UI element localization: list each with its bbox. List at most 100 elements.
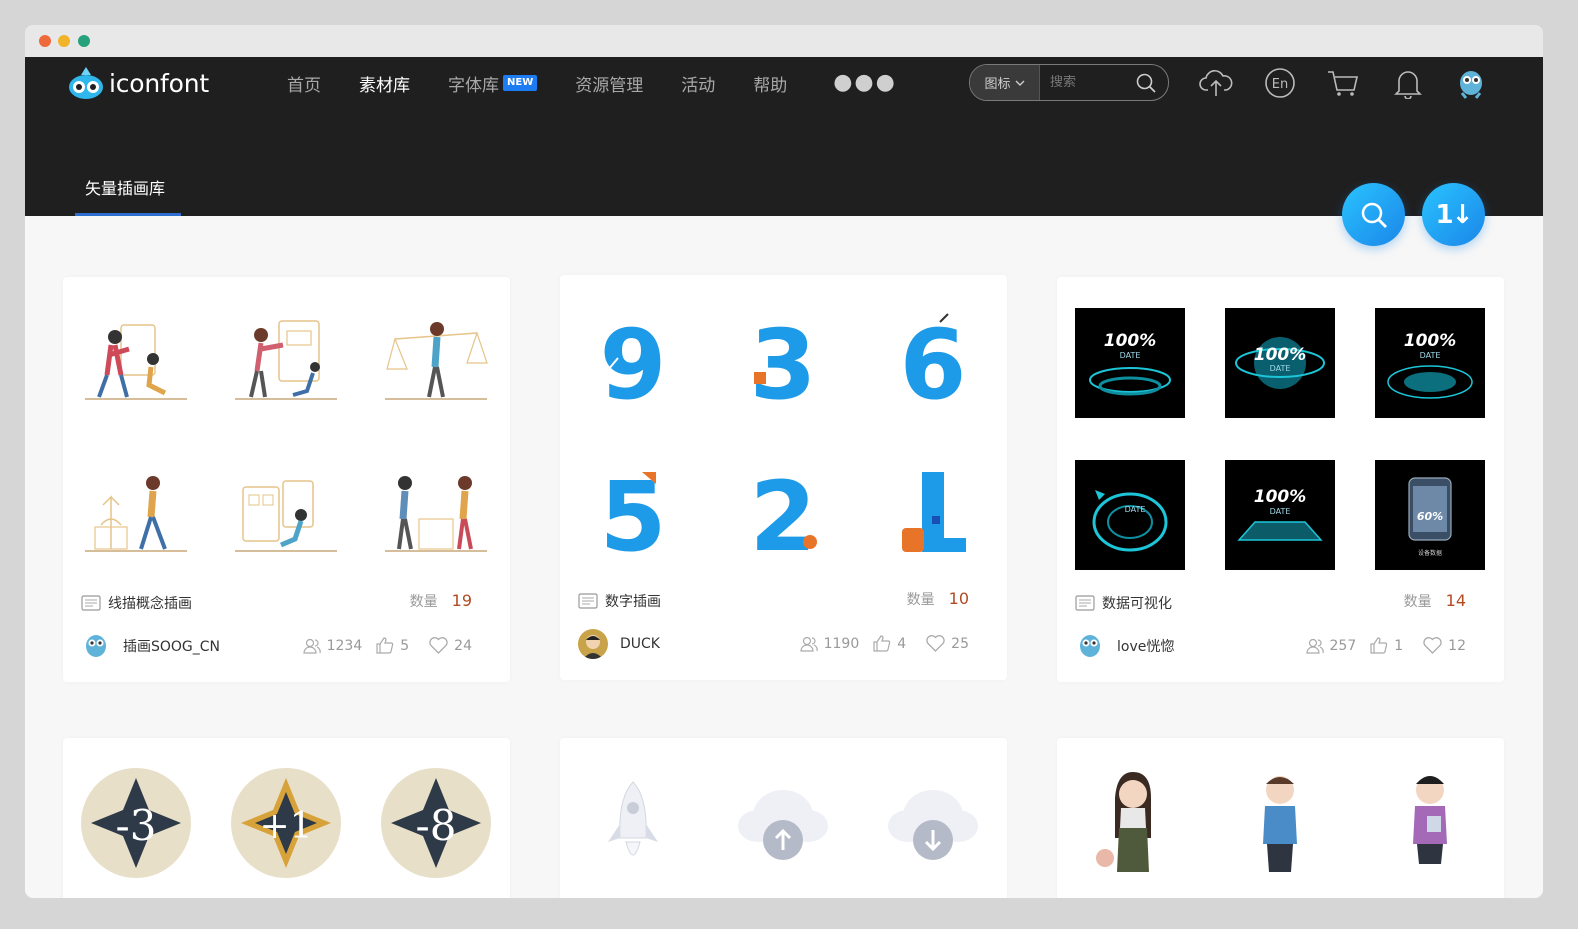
thumbs-up-icon: [376, 637, 394, 654]
window-close-dot[interactable]: [39, 35, 51, 47]
author-link[interactable]: 插画SOOG_CN: [81, 631, 220, 661]
favorites-stat[interactable]: 12: [1423, 637, 1466, 654]
favorites-count: 24: [454, 637, 472, 654]
illustration-thumbnail[interactable]: 2: [728, 457, 838, 567]
nav-item-activities[interactable]: 活动: [681, 71, 715, 96]
favorites-count: 12: [1448, 637, 1466, 654]
illustration-thumbnail[interactable]: [728, 768, 838, 878]
likes-stat[interactable]: 5: [376, 637, 409, 654]
collection-icon: [578, 593, 598, 609]
sort-icon: 1↓: [1435, 199, 1474, 230]
illustration-thumbnail[interactable]: -3: [81, 768, 191, 878]
author-link[interactable]: love恍惚: [1075, 631, 1174, 661]
author-name: 插画SOOG_CN: [123, 639, 221, 655]
users-icon: [800, 636, 818, 652]
search-type-label: 图标: [984, 77, 1011, 92]
nav-label: 素材库: [359, 75, 410, 96]
illustration-thumbnail[interactable]: [878, 457, 988, 567]
nav-item-fonts[interactable]: 字体库 NEW: [448, 71, 538, 96]
likes-count: 5: [400, 637, 410, 654]
illustration-thumbnail[interactable]: [231, 305, 341, 415]
collection-card[interactable]: [560, 738, 1007, 898]
language-en-icon[interactable]: En: [1262, 65, 1298, 101]
more-dots-icon[interactable]: ●●●: [833, 72, 897, 94]
illustration-thumbnail[interactable]: 60% 设备数据: [1375, 460, 1485, 570]
iconfont-logo-icon: [69, 67, 103, 99]
illustration-thumbnail[interactable]: 100% DATE: [1075, 308, 1185, 418]
collection-card[interactable]: [1057, 738, 1504, 898]
illustration-thumbnail[interactable]: 100% DATE: [1225, 460, 1335, 570]
illustration-thumbnail[interactable]: 6: [878, 305, 988, 415]
window-minimize-dot[interactable]: [58, 35, 70, 47]
search-box: 图标: [969, 64, 1169, 101]
likes-stat[interactable]: 1: [1370, 637, 1403, 654]
iconfont-logo[interactable]: iconfont: [67, 65, 209, 101]
nav-label: 首页: [287, 75, 321, 96]
illustration-thumbnail[interactable]: 100% DATE: [1375, 308, 1485, 418]
author-name: DUCK: [620, 636, 660, 652]
cart-icon[interactable]: [1325, 65, 1361, 101]
search-input[interactable]: [1050, 75, 1140, 90]
count-label: 数量: [906, 592, 935, 608]
sort-fab-button[interactable]: 1↓: [1422, 183, 1485, 246]
badge-label: -3: [116, 801, 157, 850]
illustration-thumbnail[interactable]: [1225, 768, 1335, 878]
illustration-thumbnail[interactable]: [381, 457, 491, 567]
collection-title[interactable]: 数据可视化: [1075, 593, 1172, 613]
dataviz-date: DATE: [1120, 351, 1141, 360]
illustration-thumbnail[interactable]: [81, 457, 191, 567]
nav-label: 字体库: [448, 75, 499, 96]
collection-title[interactable]: 线描概念插画: [81, 593, 192, 613]
illustration-thumbnail[interactable]: DATE: [1075, 460, 1185, 570]
illustration-thumbnail[interactable]: 3: [728, 305, 838, 415]
digit-label: 3: [750, 310, 817, 410]
illustration-thumbnail[interactable]: 9: [578, 305, 688, 415]
author-link[interactable]: DUCK: [578, 629, 660, 659]
likes-stat[interactable]: 4: [873, 635, 906, 652]
collection-card[interactable]: 9 3 6 5 2 数字插画 数量 10 DUCK 1190 4 25: [560, 275, 1007, 680]
illustration-thumbnail[interactable]: [578, 768, 688, 878]
collection-card[interactable]: 线描概念插画 数量 19 插画SOOG_CN 1234 5 24: [63, 277, 510, 682]
nav-item-resources[interactable]: 资源管理: [575, 71, 643, 96]
favorites-stat[interactable]: 25: [926, 635, 969, 652]
window-maximize-dot[interactable]: [78, 35, 90, 47]
nav-label: 资源管理: [575, 75, 644, 96]
nav-item-home[interactable]: 首页: [287, 71, 321, 96]
avatar: [81, 631, 111, 661]
search-icon[interactable]: [1136, 73, 1156, 93]
nav-item-materials[interactable]: 素材库: [359, 71, 410, 96]
illustration-thumbnail[interactable]: 5: [578, 457, 688, 567]
upload-cloud-icon[interactable]: [1198, 65, 1234, 101]
illustration-thumbnail[interactable]: [81, 305, 191, 415]
dataviz-date: DATE: [1270, 364, 1291, 373]
illustration-thumbnail[interactable]: [1375, 768, 1485, 878]
illustration-thumbnail[interactable]: [381, 305, 491, 415]
illustration-thumbnail[interactable]: [231, 457, 341, 567]
nav-item-help[interactable]: 帮助: [753, 71, 787, 96]
count-value: 14: [1445, 591, 1466, 610]
illustration-thumbnail[interactable]: [1075, 768, 1185, 878]
collection-title-text: 数据可视化: [1102, 596, 1172, 612]
illustration-thumbnail[interactable]: 100% DATE: [1225, 308, 1335, 418]
subnav-tab-vector-illustrations[interactable]: 矢量插画库: [85, 175, 165, 199]
collection-card[interactable]: -3 +1 -8: [63, 738, 510, 898]
collection-icon: [1075, 595, 1095, 611]
likes-count: 1: [1394, 637, 1404, 654]
user-avatar-icon[interactable]: [1453, 65, 1489, 101]
lang-label: En: [1272, 77, 1288, 92]
collection-stats: 1234 5 24: [289, 637, 472, 654]
favorites-stat[interactable]: 24: [429, 637, 472, 654]
count-value: 19: [451, 591, 472, 610]
illustration-thumbnail[interactable]: [878, 768, 988, 878]
illustration-thumbnail[interactable]: +1: [231, 768, 341, 878]
dataviz-percent: 100%: [1254, 487, 1307, 507]
collection-card[interactable]: 100% DATE 100% DATE 100% DATE DATE 100% DATE…: [1057, 277, 1504, 682]
bell-icon[interactable]: [1390, 65, 1426, 101]
search-fab-button[interactable]: [1342, 183, 1405, 246]
users-icon: [1305, 638, 1324, 654]
search-type-select[interactable]: 图标: [970, 65, 1040, 100]
illustration-thumbnail[interactable]: -8: [381, 768, 491, 878]
collection-title[interactable]: 数字插画: [578, 591, 661, 611]
badge-label: +1: [259, 806, 312, 847]
views-count: 257: [1329, 637, 1357, 654]
